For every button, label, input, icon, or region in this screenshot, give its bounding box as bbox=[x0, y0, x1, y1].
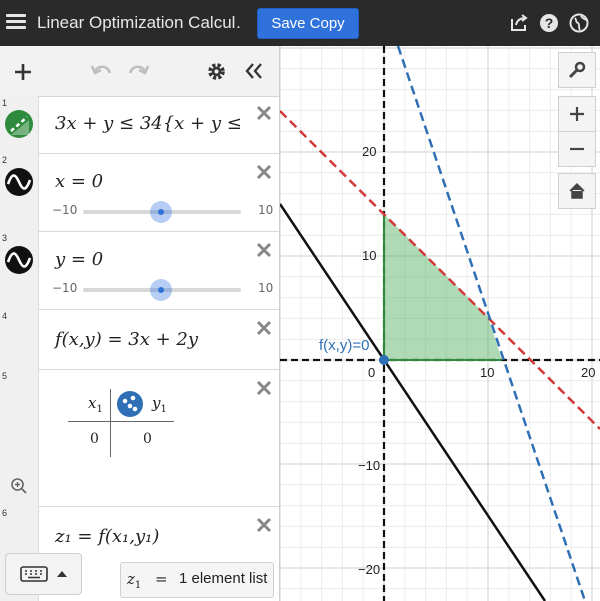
plus-icon bbox=[570, 107, 584, 121]
caret-up-icon bbox=[57, 571, 67, 577]
delete-expression-icon[interactable] bbox=[255, 163, 273, 181]
expression-row-5[interactable]: 5 x1 y1 0 0 bbox=[0, 369, 279, 507]
expression-toolbar bbox=[0, 46, 279, 97]
default-viewport-button[interactable] bbox=[558, 173, 596, 209]
table-header-x: x1 bbox=[88, 394, 103, 415]
expression-2-math[interactable]: x = 0 bbox=[55, 171, 103, 192]
top-bar: Linear Optimization Calcul… Save Copy ? bbox=[0, 0, 600, 46]
add-icon[interactable] bbox=[13, 62, 33, 82]
slider-thumb[interactable] bbox=[150, 201, 172, 223]
x-tick-label: 20 bbox=[581, 365, 595, 380]
table-cell[interactable]: 0 bbox=[143, 431, 152, 447]
keyboard-toggle-button[interactable] bbox=[5, 553, 82, 595]
y-tick-label: −10 bbox=[358, 458, 380, 473]
collapse-list-icon[interactable] bbox=[244, 62, 264, 80]
table-cell[interactable]: 0 bbox=[90, 431, 99, 447]
expression-row-4[interactable]: 4 f(x,y) = 3x + 2y bbox=[0, 309, 279, 370]
x-tick-label: 10 bbox=[480, 365, 494, 380]
expression-index: 1 bbox=[2, 98, 8, 108]
undo-icon[interactable] bbox=[90, 62, 112, 80]
globe-icon[interactable] bbox=[569, 13, 589, 33]
graph-paper[interactable]: f(x,y)=0 0 10 20 20 10 −10 −20 bbox=[280, 46, 600, 601]
expression-index: 2 bbox=[2, 155, 8, 165]
data-table[interactable]: x1 y1 0 0 bbox=[68, 389, 174, 457]
redo-icon[interactable] bbox=[128, 62, 150, 80]
slider-min-label[interactable]: −10 bbox=[52, 281, 77, 295]
expression-4-math[interactable]: f(x,y) = 3x + 2y bbox=[55, 329, 198, 350]
expression-index: 4 bbox=[2, 311, 8, 321]
feasible-region[interactable] bbox=[384, 214, 502, 360]
save-copy-button[interactable]: Save Copy bbox=[257, 8, 359, 39]
slider-max-label[interactable]: 10 bbox=[258, 203, 273, 217]
delete-expression-icon[interactable] bbox=[255, 319, 273, 337]
point-label: f(x,y)=0 bbox=[319, 337, 369, 354]
evaluation-result: z1 = 1 element list bbox=[120, 562, 274, 598]
menu-icon[interactable] bbox=[6, 12, 26, 32]
x-slider[interactable]: −10 10 bbox=[48, 201, 273, 223]
y-tick-label: −20 bbox=[358, 562, 380, 577]
svg-text:?: ? bbox=[545, 15, 554, 31]
slider-thumb[interactable] bbox=[150, 279, 172, 301]
delete-expression-icon[interactable] bbox=[255, 104, 273, 122]
graph-title[interactable]: Linear Optimization Calcul… bbox=[37, 13, 242, 33]
minus-icon bbox=[570, 147, 584, 151]
slider-max-label[interactable]: 10 bbox=[258, 281, 273, 295]
delete-expression-icon[interactable] bbox=[255, 379, 273, 397]
wrench-icon bbox=[568, 61, 586, 79]
keyboard-icon bbox=[20, 566, 48, 582]
point-style-icon[interactable] bbox=[116, 390, 144, 418]
expression-index: 3 bbox=[2, 233, 8, 243]
expression-6-math[interactable]: z₁ = f(x₁,y₁) bbox=[55, 526, 159, 547]
delete-expression-icon[interactable] bbox=[255, 241, 273, 259]
result-equals: = bbox=[155, 570, 168, 588]
expression-list: 1 3x + y ≤ 34{x + y ≤ 1 2 x = 0 −10 10 3 bbox=[0, 46, 280, 601]
result-value: 1 element list bbox=[179, 570, 268, 587]
y-tick-label: 10 bbox=[362, 248, 376, 263]
zoom-in-button[interactable] bbox=[558, 96, 596, 132]
expression-row-2[interactable]: 2 x = 0 −10 10 bbox=[0, 153, 279, 232]
graph-style-icon[interactable] bbox=[4, 167, 34, 197]
zoom-out-button[interactable] bbox=[558, 131, 596, 167]
share-icon[interactable] bbox=[509, 13, 529, 33]
expression-3-math[interactable]: y = 0 bbox=[55, 249, 103, 270]
y-slider[interactable]: −10 10 bbox=[48, 279, 273, 301]
expression-index: 6 bbox=[2, 508, 8, 518]
graph-settings-button[interactable] bbox=[558, 52, 596, 88]
expression-index: 5 bbox=[2, 371, 8, 381]
zoom-fit-icon[interactable] bbox=[10, 477, 28, 495]
gear-icon[interactable] bbox=[206, 61, 227, 82]
expression-1-math[interactable]: 3x + y ≤ 34{x + y ≤ 1 bbox=[55, 113, 241, 134]
expression-row-3[interactable]: 3 y = 0 −10 10 bbox=[0, 231, 279, 310]
expression-row-1[interactable]: 1 3x + y ≤ 34{x + y ≤ 1 bbox=[0, 96, 279, 154]
inequality-color-icon[interactable] bbox=[4, 109, 34, 139]
help-icon[interactable]: ? bbox=[539, 13, 559, 33]
y-tick-label: 20 bbox=[362, 144, 376, 159]
result-lhs: z1 bbox=[127, 570, 142, 591]
home-icon bbox=[569, 182, 585, 199]
origin-point[interactable] bbox=[379, 355, 389, 365]
slider-min-label[interactable]: −10 bbox=[52, 203, 77, 217]
delete-expression-icon[interactable] bbox=[255, 516, 273, 534]
graph-style-icon[interactable] bbox=[4, 245, 34, 275]
table-header-y: y1 bbox=[152, 394, 167, 415]
x-tick-label: 0 bbox=[368, 365, 375, 380]
graph-canvas[interactable]: f(x,y)=0 0 10 20 20 10 −10 −20 bbox=[280, 46, 600, 601]
